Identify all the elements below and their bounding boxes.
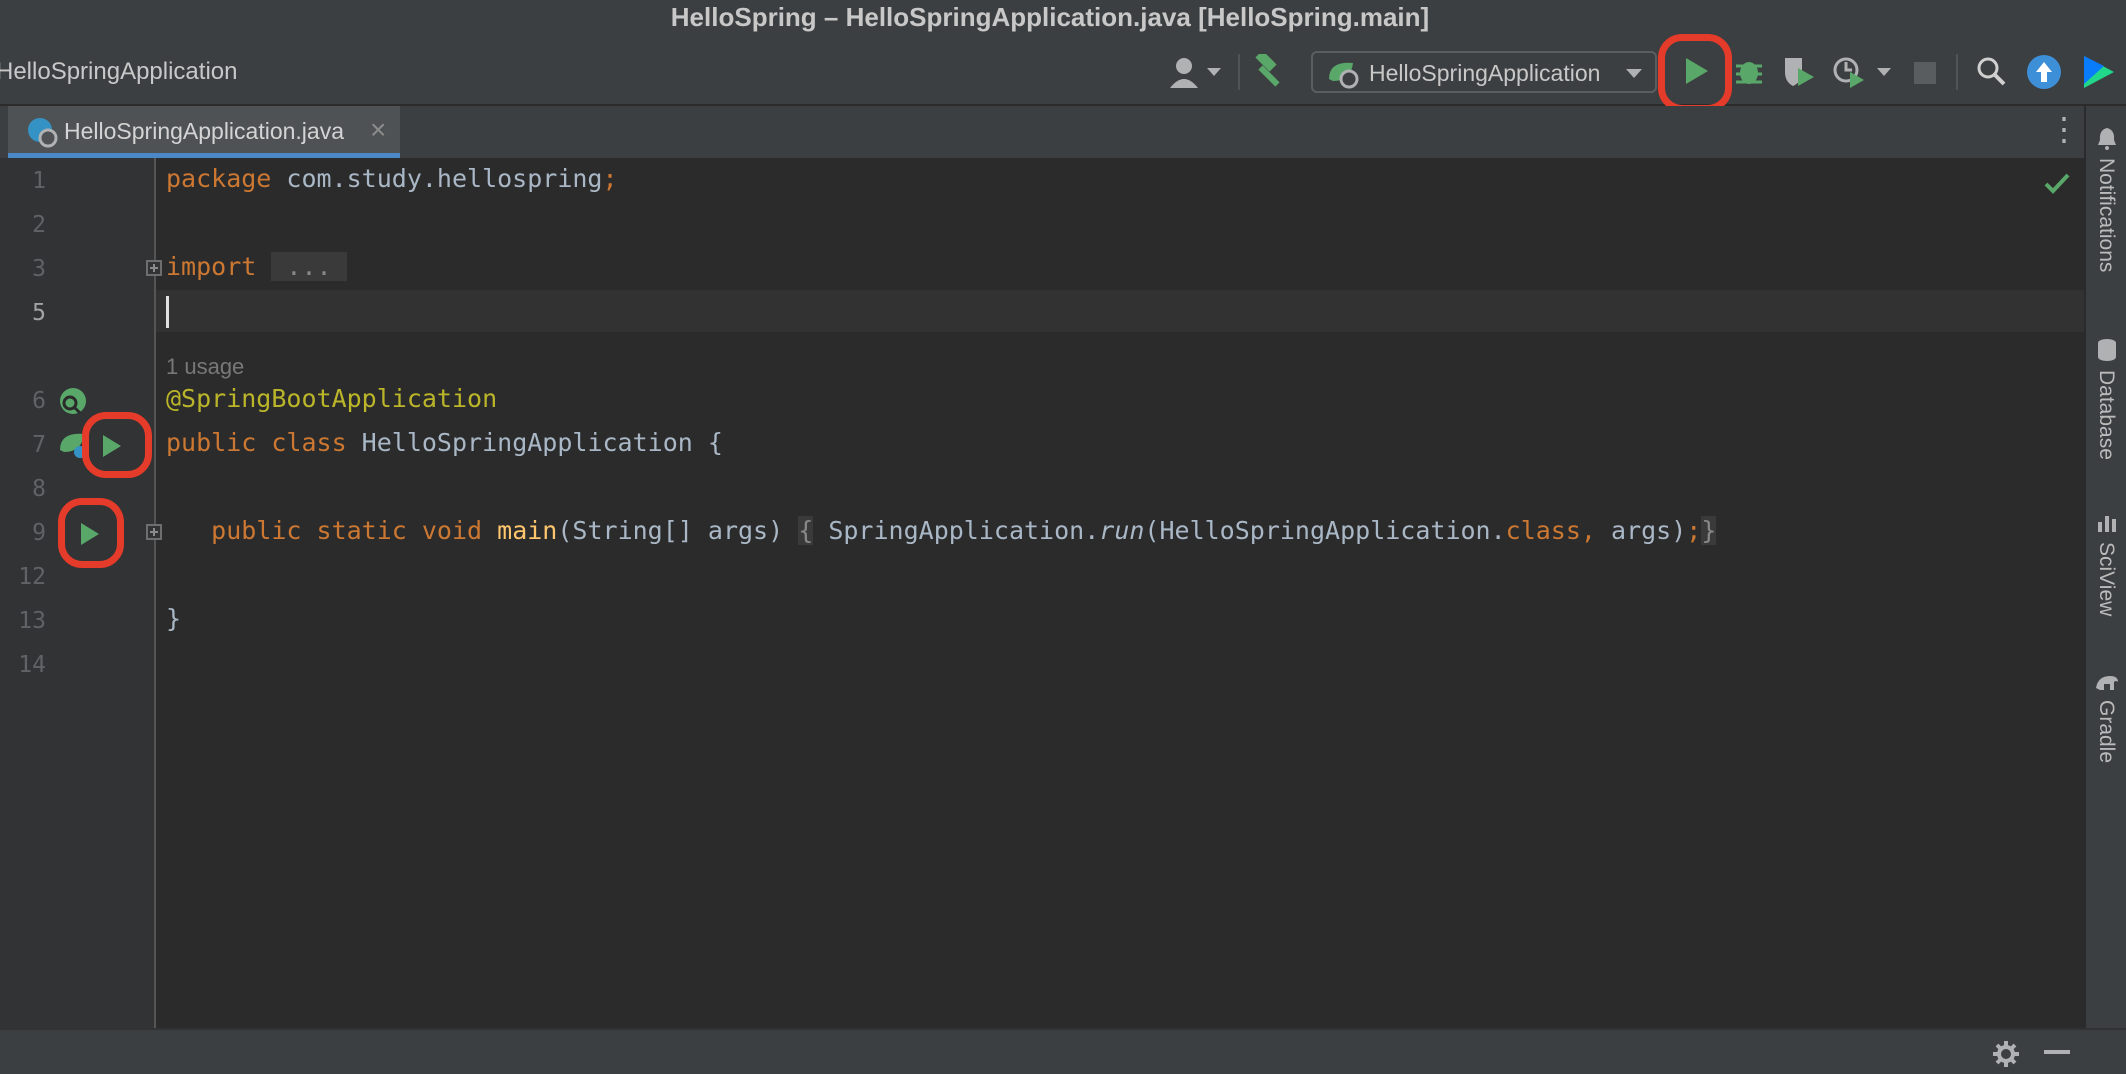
java-class-icon <box>28 118 58 148</box>
sciview-label: SciView <box>2095 542 2118 617</box>
gutter: 1 2 3 5 6 7 8 9 12 13 14 <box>0 158 162 1028</box>
line-number: 7 <box>32 432 46 458</box>
chevron-down-icon <box>1626 69 1642 78</box>
code-line-3: import ... <box>166 252 347 281</box>
code-line-7: public class HelloSpringApplication { <box>166 428 723 457</box>
code-line-6: @SpringBootApplication <box>166 384 498 413</box>
tab-label: HelloSpringApplication.java <box>64 118 344 144</box>
notifications-tab[interactable]: Notifications <box>2086 126 2126 326</box>
line-number: 12 <box>18 564 46 590</box>
gradle-label: Gradle <box>2095 700 2118 764</box>
bell-icon <box>2098 128 2116 150</box>
run-class-highlight <box>82 412 152 478</box>
database-icon <box>2098 339 2116 361</box>
run-config-label: HelloSpringApplication <box>1369 60 1601 86</box>
right-tool-window-bar: Notifications Database SciView Gradle <box>2084 106 2126 1028</box>
line-number: 2 <box>32 212 46 238</box>
editor-tab-bar: HelloSpringApplication.java × ⋮ <box>0 106 2084 159</box>
gear-icon[interactable] <box>1992 1040 2020 1068</box>
close-icon[interactable]: × <box>370 114 386 146</box>
more-options-icon[interactable]: ⋮ <box>2048 113 2080 145</box>
bottom-bar <box>0 1028 2126 1074</box>
checkmark-icon[interactable] <box>2044 172 2070 194</box>
line-number: 8 <box>32 476 46 502</box>
window-title: HelloSpring – HelloSpringApplication.jav… <box>670 2 1430 32</box>
line-number: 1 <box>32 168 46 194</box>
minimize-icon[interactable] <box>2044 1050 2070 1056</box>
line-number: 13 <box>18 608 46 634</box>
usage-hint[interactable]: 1 usage <box>166 354 244 380</box>
fold-icon[interactable] <box>146 524 162 540</box>
line-number: 14 <box>18 652 46 678</box>
search-icon[interactable] <box>1976 56 2006 86</box>
title-bar: HelloSpring – HelloSpringApplication.jav… <box>0 0 2126 36</box>
notifications-label: Notifications <box>2095 158 2118 273</box>
chevron-down-icon[interactable] <box>1876 66 1892 78</box>
fold-icon[interactable] <box>146 260 162 276</box>
sciview-tab[interactable]: SciView <box>2086 512 2126 642</box>
coverage-icon[interactable] <box>1782 54 1816 88</box>
line-number: 5 <box>32 300 46 326</box>
code-line-9: public static void main(String[] args) {… <box>211 516 1717 545</box>
stop-icon[interactable] <box>1914 62 1936 84</box>
update-icon[interactable] <box>2026 54 2062 90</box>
gradle-icon <box>2096 676 2118 690</box>
database-label: Database <box>2095 370 2118 460</box>
line-number: 6 <box>32 388 46 414</box>
run-button-highlight <box>1658 34 1732 112</box>
user-icon[interactable] <box>1170 56 1206 90</box>
line-number: 3 <box>32 256 46 282</box>
tab-hellospringapplication-java[interactable]: HelloSpringApplication.java × <box>8 106 400 158</box>
gradle-tab[interactable]: Gradle <box>2086 670 2126 800</box>
chevron-down-icon[interactable] <box>1206 66 1222 78</box>
main-toolbar: HelloSpringApplication HelloSpringApplic… <box>0 34 2126 112</box>
run-main-highlight <box>58 498 124 568</box>
code-line-1: package com.study.hellospring; <box>166 164 618 193</box>
database-tab[interactable]: Database <box>2086 338 2126 488</box>
folded-imports[interactable]: ... <box>271 252 347 281</box>
current-line-highlight <box>156 290 2084 332</box>
line-number: 9 <box>32 520 46 546</box>
sciview-icon <box>2098 516 2116 532</box>
debug-icon[interactable] <box>1734 54 1764 88</box>
run-configuration-selector[interactable]: HelloSpringApplication <box>1311 51 1657 93</box>
spring-boot-icon <box>1329 62 1359 89</box>
text-cursor <box>166 296 169 328</box>
profiler-icon[interactable] <box>1832 54 1866 88</box>
code-editor[interactable]: 1 2 3 5 6 7 8 9 12 13 14 package com.stu… <box>0 158 2084 1028</box>
hammer-icon[interactable] <box>1254 54 1288 88</box>
breadcrumb[interactable]: HelloSpringApplication <box>0 58 237 86</box>
spring-bean-icon[interactable] <box>58 386 88 416</box>
jetbrains-icon[interactable] <box>2082 54 2116 90</box>
code-line-13: } <box>166 604 182 633</box>
